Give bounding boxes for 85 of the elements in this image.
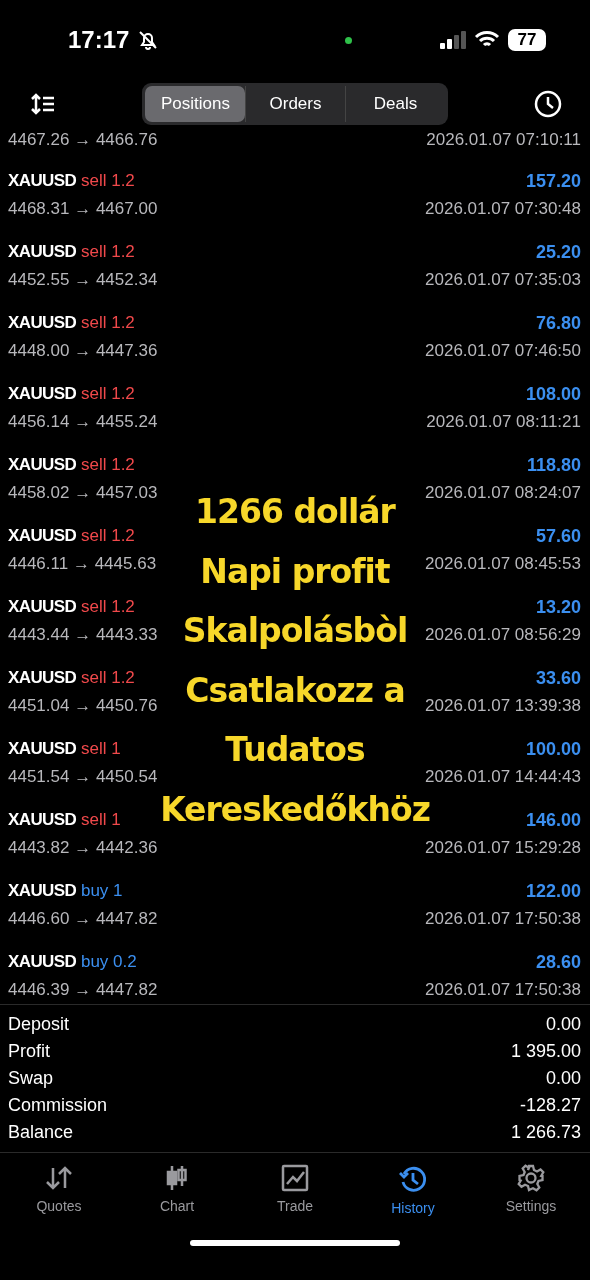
deal-time: 2026.01.07 08:11:21 — [426, 412, 581, 432]
summary-value: 1 266.73 — [510, 1122, 581, 1143]
deal-time: 2026.01.07 07:30:48 — [425, 199, 581, 219]
signal-icon — [440, 31, 466, 49]
deal-title: XAUUSD sell 1 — [8, 739, 121, 759]
overlay-caption: Skalpolásbòl — [182, 610, 408, 652]
summary-label: Profit — [8, 1041, 50, 1062]
overlay-caption: Napi profit — [200, 550, 390, 593]
deal-title: XAUUSD sell 1.2 — [8, 526, 135, 546]
price-range: 4446.60 → 4447.82 — [8, 909, 158, 929]
profit-value: 28.60 — [535, 951, 581, 973]
summary-label: Swap — [8, 1068, 54, 1089]
deal-title: XAUUSD sell 1 — [8, 810, 121, 830]
deal-title: XAUUSD buy 0.2 — [8, 952, 137, 972]
deal-time: 2026.01.07 08:56:29 — [425, 625, 581, 645]
nav-tab[interactable]: Chart — [118, 1163, 236, 1228]
deal-time: 2026.01.07 07:46:50 — [425, 341, 581, 361]
price-range: 4468.31 → 4467.00 — [8, 199, 158, 219]
profit-value: 76.80 — [535, 312, 581, 334]
price-range: 4458.02 → 4457.03 — [8, 483, 158, 503]
deal-title: XAUUSD sell 1.2 — [8, 313, 135, 333]
profit-value: 57.60 — [535, 525, 581, 547]
price-range: 4451.04 → 4450.76 — [8, 696, 158, 716]
summary-label: Deposit — [8, 1014, 70, 1035]
battery-level: 77 — [508, 29, 546, 51]
deal-time: 2026.01.07 14:44:43 — [425, 767, 581, 787]
nav-tab[interactable]: History — [354, 1163, 472, 1228]
deal-time: 2026.01.07 17:50:38 — [425, 980, 581, 1000]
deal-time: 2026.01.07 17:50:38 — [425, 909, 581, 929]
deal-title: XAUUSD sell 1.2 — [8, 384, 135, 404]
profit-value: 33.60 — [535, 667, 581, 689]
price-range: 4452.55 → 4452.34 — [8, 270, 158, 290]
summary-value: -128.27 — [519, 1095, 581, 1116]
price-range: 4451.54 → 4450.54 — [8, 767, 158, 787]
summary-label: Balance — [8, 1122, 74, 1143]
deal-time: 2026.01.07 15:29:28 — [425, 838, 581, 858]
deal-title: XAUUSD sell 1.2 — [8, 455, 135, 475]
price-range: 4456.14 → 4455.24 — [8, 412, 158, 432]
settings-icon — [517, 1164, 545, 1192]
price-range: 4443.44 → 4443.33 — [8, 625, 158, 645]
deal-time: 2026.01.07 08:45:53 — [425, 554, 581, 574]
nav-tab[interactable]: Settings — [472, 1163, 590, 1228]
overlay-caption: 1266 dollár — [195, 491, 395, 533]
summary-value: 1 395.00 — [510, 1041, 581, 1062]
clock-icon[interactable] — [534, 90, 562, 118]
deal-time: 2026.01.07 13:39:38 — [425, 696, 581, 716]
profit-value: 13.20 — [535, 596, 581, 618]
profit-value: 118.80 — [526, 454, 581, 476]
candlestick-icon — [164, 1164, 190, 1192]
profit-value: 108.00 — [525, 383, 581, 405]
deal-time: 2026.01.07 07:10:11 — [426, 130, 581, 150]
deal-time: 2026.01.07 08:24:07 — [425, 483, 581, 503]
profit-value: 146.00 — [525, 809, 581, 831]
history-icon — [398, 1164, 428, 1194]
deal-title: XAUUSD sell 1.2 — [8, 597, 135, 617]
price-range: 4448.00 → 4447.36 — [8, 341, 158, 361]
deal-time: 2026.01.07 07:35:03 — [425, 270, 581, 290]
profit-value: 122.00 — [525, 880, 581, 902]
tab[interactable]: Deals — [345, 86, 445, 122]
deal-title: XAUUSD sell 1.2 — [8, 668, 135, 688]
tab[interactable]: Orders — [245, 86, 345, 122]
summary-value: 0.00 — [545, 1014, 581, 1035]
price-range: 4446.39 → 4447.82 — [8, 980, 158, 1000]
arrows-icon — [44, 1164, 74, 1192]
price-range: 4446.11 → 4445.63 — [8, 554, 157, 574]
profit-value: 25.20 — [535, 241, 581, 263]
sort-icon[interactable] — [30, 93, 56, 115]
summary-value: 0.00 — [545, 1068, 581, 1089]
summary-label: Commission — [8, 1095, 108, 1116]
nav-tab[interactable]: Quotes — [0, 1163, 118, 1228]
overlay-caption: Csatlakozz a — [185, 669, 405, 712]
nav-tab[interactable]: Trade — [236, 1163, 354, 1228]
profit-value: 100.00 — [525, 738, 581, 760]
overlay-caption: Kereskedőkhöz — [160, 788, 430, 831]
price-range: 4443.82 → 4442.36 — [8, 838, 158, 858]
overlay-caption: Tudatos — [225, 729, 365, 771]
deal-title: XAUUSD buy 1 — [8, 881, 123, 901]
tab[interactable]: Positions — [145, 86, 245, 122]
deal-title: XAUUSD sell 1.2 — [8, 242, 135, 262]
camera-indicator-dot — [345, 36, 352, 44]
price-range: 4467.26 → 4466.76 — [8, 130, 158, 150]
line-chart-icon — [281, 1164, 309, 1192]
profit-value: 157.20 — [525, 170, 581, 192]
deal-title: XAUUSD sell 1.2 — [8, 171, 135, 191]
clock-time: 17:17 — [68, 26, 130, 54]
